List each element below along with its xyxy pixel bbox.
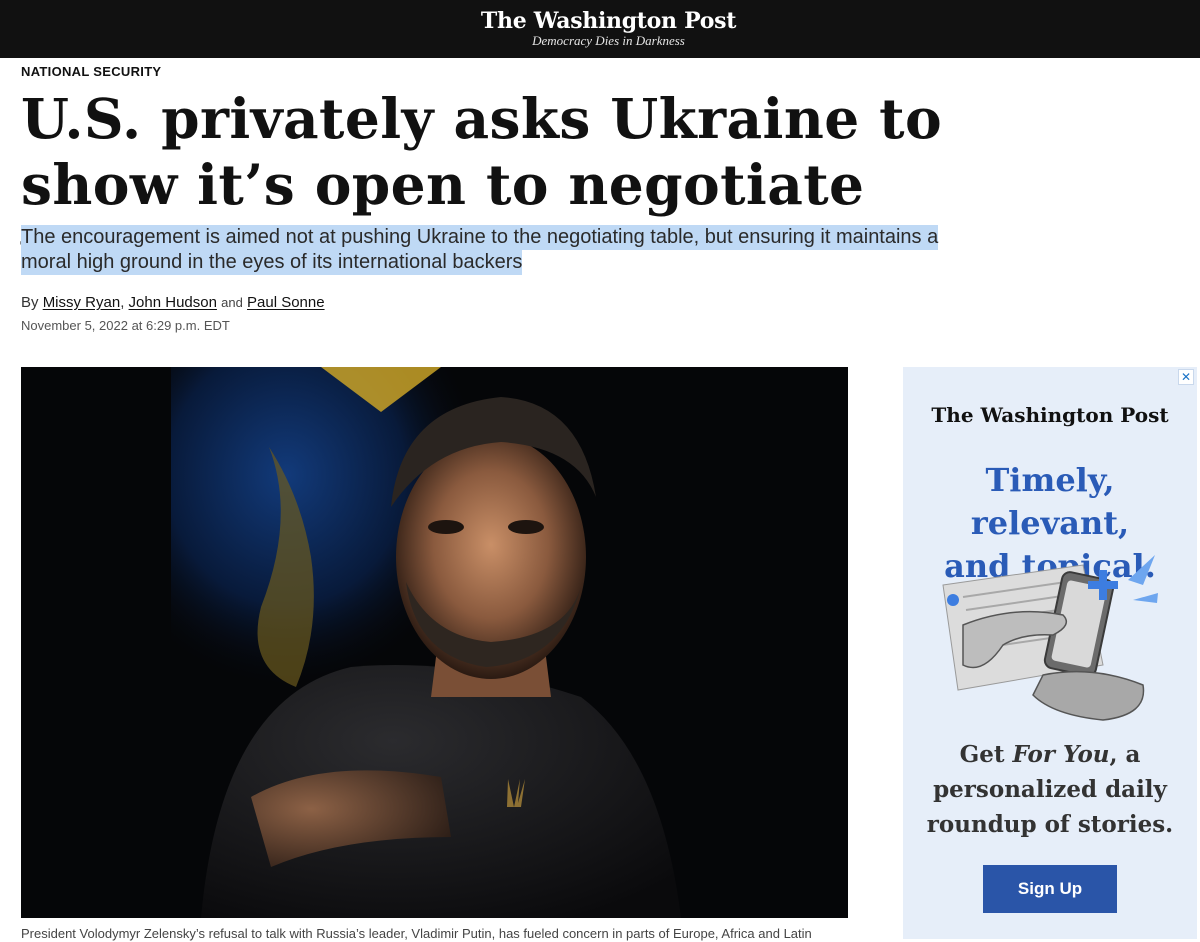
ad-copy: Get For You, a personalized daily roundu…	[903, 737, 1197, 842]
author-link-paul-sonne[interactable]: Paul Sonne	[247, 294, 325, 311]
photo-caption: President Volodymyr Zelensky’s refusal t…	[21, 926, 812, 941]
masthead-bar: The Washington Post Democracy Dies in Da…	[0, 0, 1200, 58]
author-link-missy-ryan[interactable]: Missy Ryan	[43, 294, 121, 311]
ad-copy-line-1: Get For You, a	[903, 737, 1197, 772]
hand-phone-illustration	[933, 555, 1183, 725]
ad-copy-for-you: For You	[1012, 741, 1110, 768]
site-logo[interactable]: The Washington Post	[0, 8, 1200, 34]
author-link-john-hudson[interactable]: John Hudson	[129, 294, 217, 311]
article-subhead: The encouragement is aimed not at pushin…	[21, 225, 981, 275]
ad-logo: The Washington Post	[931, 403, 1169, 427]
section-kicker[interactable]: NATIONAL SECURITY	[21, 64, 161, 79]
byline-prefix: By	[21, 294, 39, 311]
sign-up-button[interactable]: Sign Up	[983, 865, 1117, 913]
ad-copy-line-2: personalized daily	[933, 776, 1167, 803]
ad-copy-get: Get	[959, 741, 1005, 768]
ad-copy-line-3: roundup of stories.	[926, 811, 1174, 838]
byline-conjunction: and	[221, 295, 243, 310]
close-icon[interactable]: ✕	[1178, 369, 1194, 385]
byline: By Missy Ryan, John Hudson and Paul Sonn…	[21, 294, 325, 312]
site-tagline: Democracy Dies in Darkness	[532, 33, 685, 48]
lead-photo-image	[21, 367, 848, 918]
ad-headline-line-1: Timely, relevant,	[970, 461, 1130, 542]
masthead[interactable]: The Washington Post Democracy Dies in Da…	[0, 8, 1200, 48]
publish-date: November 5, 2022 at 6:29 p.m. EDT	[21, 318, 230, 333]
lead-photo[interactable]	[21, 367, 848, 918]
subscription-ad[interactable]: ✕ The Washington Post Timely, relevant, …	[903, 367, 1197, 939]
subhead-selected-text: The encouragement is aimed not at pushin…	[21, 225, 939, 275]
byline-separator: ,	[120, 294, 125, 311]
ad-copy-line-1-end: , a	[1109, 741, 1141, 768]
